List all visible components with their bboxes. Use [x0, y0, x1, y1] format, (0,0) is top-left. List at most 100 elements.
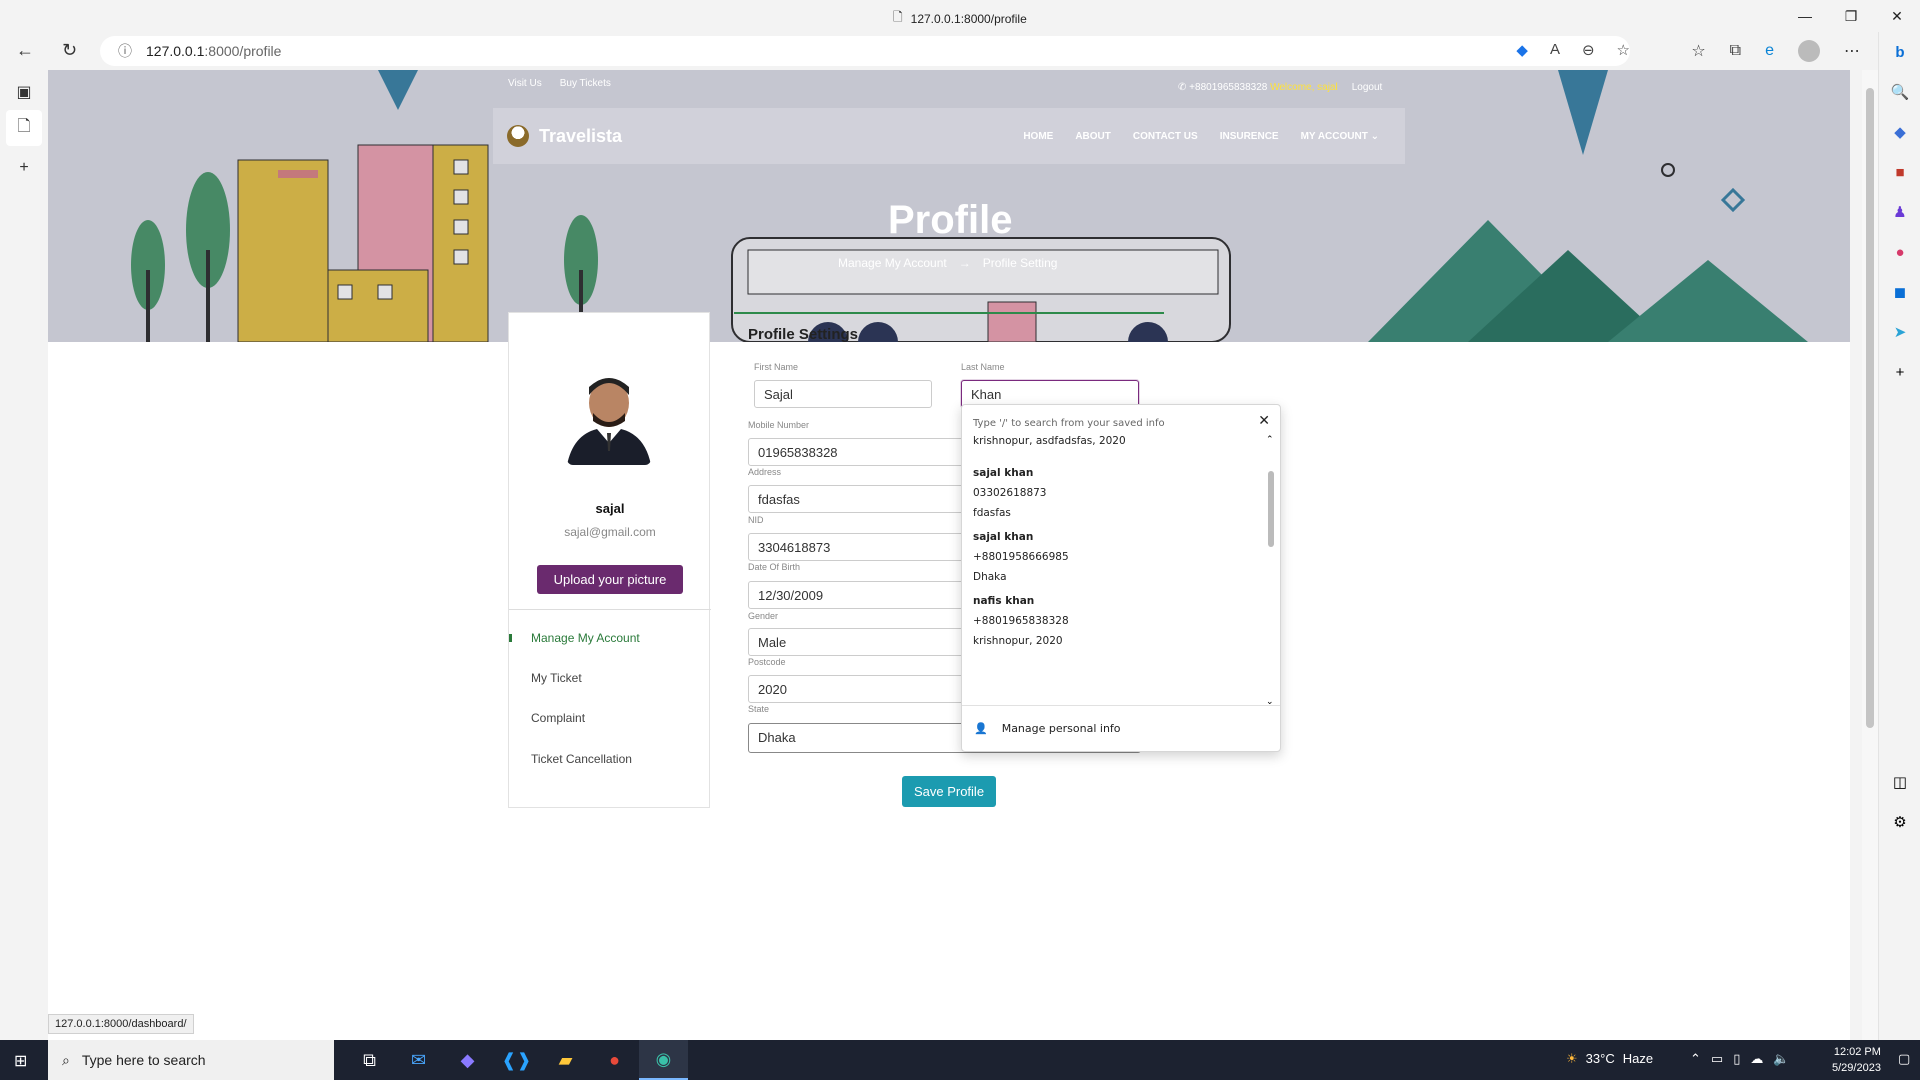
minimize-icon[interactable]: —	[1782, 0, 1828, 32]
clock[interactable]: 12:02 PM 5/29/2023	[1832, 1044, 1881, 1076]
restore-icon[interactable]: ❐	[1828, 0, 1874, 32]
url-path: :8000/profile	[204, 43, 282, 59]
bing-icon[interactable]: b	[1879, 32, 1920, 72]
scroll-up-icon[interactable]: ⌃	[1266, 435, 1274, 445]
shopping-tag-icon[interactable]: ◆	[1516, 41, 1528, 59]
nav-contact-us[interactable]: CONTACT US	[1133, 131, 1198, 142]
tools-icon[interactable]: ■	[1879, 152, 1920, 192]
clock-date: 5/29/2023	[1832, 1062, 1881, 1074]
nav-insurence[interactable]: INSURENCE	[1220, 131, 1279, 142]
url-field[interactable]: ⓘ 127.0.0.1:8000/profile	[100, 36, 1630, 66]
edge-sidebar: b 🔍 ◆ ■ ♟ ● ◼ ➤ + ◫ ⚙	[1878, 32, 1920, 1040]
info-icon: ⓘ	[118, 43, 132, 59]
network-icon[interactable]: ▭	[1711, 1051, 1723, 1067]
user-name: sajal	[595, 501, 625, 516]
menu-ticket-cancellation[interactable]: Ticket Cancellation	[531, 752, 632, 766]
autofill-entry-partial[interactable]: krishnopur, asdfadsfas, 2020	[973, 431, 1126, 451]
autofill-hint: Type '/' to search from your saved info	[973, 418, 1165, 429]
nav-my-account[interactable]: MY ACCOUNT ⌄	[1301, 131, 1379, 142]
autofill-entry-address: fdasfas	[973, 507, 1011, 519]
visit-us-link[interactable]: Visit Us	[508, 78, 542, 89]
first-name-input[interactable]: Sajal	[754, 380, 932, 408]
breadcrumb-manage-account[interactable]: Manage My Account	[838, 256, 947, 270]
brand[interactable]: Travelista	[507, 125, 622, 147]
outlook-icon[interactable]: ◼	[1879, 272, 1920, 312]
zoom-out-icon[interactable]: ⊖	[1582, 41, 1595, 59]
autofill-entry-3[interactable]: nafis khan +8801965838328 krishnopur, 20…	[973, 591, 1069, 651]
nid-label: NID	[748, 515, 764, 525]
add-icon[interactable]: +	[1879, 352, 1920, 392]
new-tab-icon[interactable]: +	[0, 150, 48, 186]
autofill-scrollbar[interactable]: ⌃ ⌄	[1266, 435, 1276, 707]
collections-icon[interactable]: ⧉	[1730, 42, 1741, 60]
menu-manage-account[interactable]: Manage My Account	[531, 631, 640, 645]
read-aloud-icon[interactable]: A	[1550, 41, 1560, 59]
games-icon[interactable]: ♟	[1879, 192, 1920, 232]
edge-app-icon[interactable]: e	[1765, 42, 1774, 60]
window-title: 🗋 127.0.0.1:8000/profile	[893, 8, 1027, 29]
close-icon[interactable]: ✕	[1874, 0, 1920, 32]
send-icon[interactable]: ➤	[1879, 312, 1920, 352]
save-profile-button[interactable]: Save Profile	[902, 776, 996, 807]
chevron-up-icon[interactable]: ⌃	[1690, 1051, 1701, 1067]
weather-widget[interactable]: ☀ 33°C Haze	[1566, 1051, 1653, 1067]
sidebar-toggle-icon[interactable]: ◫	[1879, 762, 1920, 802]
vscode-icon[interactable]: ❰❱	[492, 1040, 541, 1080]
autofill-entry-2[interactable]: sajal khan +8801958666985 Dhaka	[973, 527, 1069, 587]
file-explorer-icon[interactable]: ▰	[541, 1040, 590, 1080]
menu-my-ticket[interactable]: My Ticket	[531, 671, 582, 685]
manage-personal-info[interactable]: 👤 Manage personal info	[962, 705, 1280, 751]
taskbar-search[interactable]: ⌕ Type here to search	[48, 1040, 334, 1080]
profile-photo	[567, 369, 651, 465]
app-icon[interactable]: ◆	[443, 1040, 492, 1080]
task-view-icon[interactable]: ⧉	[345, 1040, 394, 1080]
shopping-icon[interactable]: ◆	[1879, 112, 1920, 152]
autofill-entry-name: sajal khan	[973, 531, 1034, 543]
title-bar: 🗋 127.0.0.1:8000/profile — ❐ ✕	[0, 0, 1920, 32]
brand-name: Travelista	[539, 125, 623, 146]
autofill-popup: Type '/' to search from your saved info …	[961, 404, 1281, 752]
autofill-entry-phone: 03302618873	[973, 487, 1047, 499]
system-tray: ⌃ ▭ ▯ ☁ 🔈	[1690, 1051, 1790, 1067]
office-icon[interactable]: ●	[1879, 232, 1920, 272]
upload-picture-button[interactable]: Upload your picture	[537, 565, 683, 594]
chrome-icon[interactable]: ●	[590, 1040, 639, 1080]
search-icon[interactable]: 🔍	[1879, 72, 1920, 112]
more-options-icon[interactable]: ⋯	[1844, 41, 1860, 61]
windows-start-icon[interactable]: ⊞	[14, 1051, 27, 1071]
autofill-entry-1[interactable]: sajal khan 03302618873 fdasfas	[973, 463, 1047, 523]
postcode-label: Postcode	[748, 657, 786, 667]
logout-link[interactable]: Logout	[1352, 82, 1383, 93]
autofill-entry-phone: +8801965838328	[973, 615, 1069, 627]
current-tab-icon[interactable]: 🗋	[6, 110, 42, 146]
settings-icon[interactable]: ⚙	[1879, 802, 1920, 842]
add-favorite-icon[interactable]: ☆	[1617, 41, 1630, 59]
menu-complaint[interactable]: Complaint	[531, 711, 585, 725]
dob-label: Date Of Birth	[748, 562, 801, 572]
device-icon[interactable]: ▯	[1733, 1051, 1740, 1067]
notifications-icon[interactable]: ▢	[1898, 1051, 1910, 1067]
profile-avatar[interactable]	[1798, 40, 1820, 62]
refresh-icon[interactable]: ↻	[62, 40, 77, 61]
tab-actions-icon[interactable]: ▣	[0, 74, 48, 110]
nav-home[interactable]: HOME	[1023, 131, 1053, 142]
back-icon[interactable]: ←	[16, 40, 34, 61]
nav-about[interactable]: ABOUT	[1075, 131, 1111, 142]
page-scrollbar[interactable]	[1862, 70, 1878, 1040]
last-name-label: Last Name	[961, 362, 1005, 372]
favorites-icon[interactable]: ☆	[1691, 41, 1705, 61]
mail-icon[interactable]: ✉	[394, 1040, 443, 1080]
page-title: Profile	[888, 198, 1013, 242]
state-value: Dhaka	[758, 730, 796, 745]
volume-icon[interactable]: 🔈	[1773, 1051, 1789, 1067]
taskbar: ⊞ ⌕ Type here to search ⧉ ✉ ◆ ❰❱ ▰ ● ◉ ☀…	[0, 1040, 1920, 1080]
brand-logo-icon	[507, 125, 529, 147]
welcome-text: Welcome, sajal	[1270, 82, 1338, 93]
autofill-entry-address: krishnopur, 2020	[973, 635, 1063, 647]
edge-icon[interactable]: ◉	[639, 1040, 688, 1080]
buy-tickets-link[interactable]: Buy Tickets	[560, 78, 611, 89]
close-icon[interactable]: ✕	[1258, 413, 1270, 429]
mobile-label: Mobile Number	[748, 420, 810, 430]
chevron-down-icon: ⌄	[1370, 130, 1379, 142]
cloud-icon[interactable]: ☁	[1750, 1051, 1763, 1067]
